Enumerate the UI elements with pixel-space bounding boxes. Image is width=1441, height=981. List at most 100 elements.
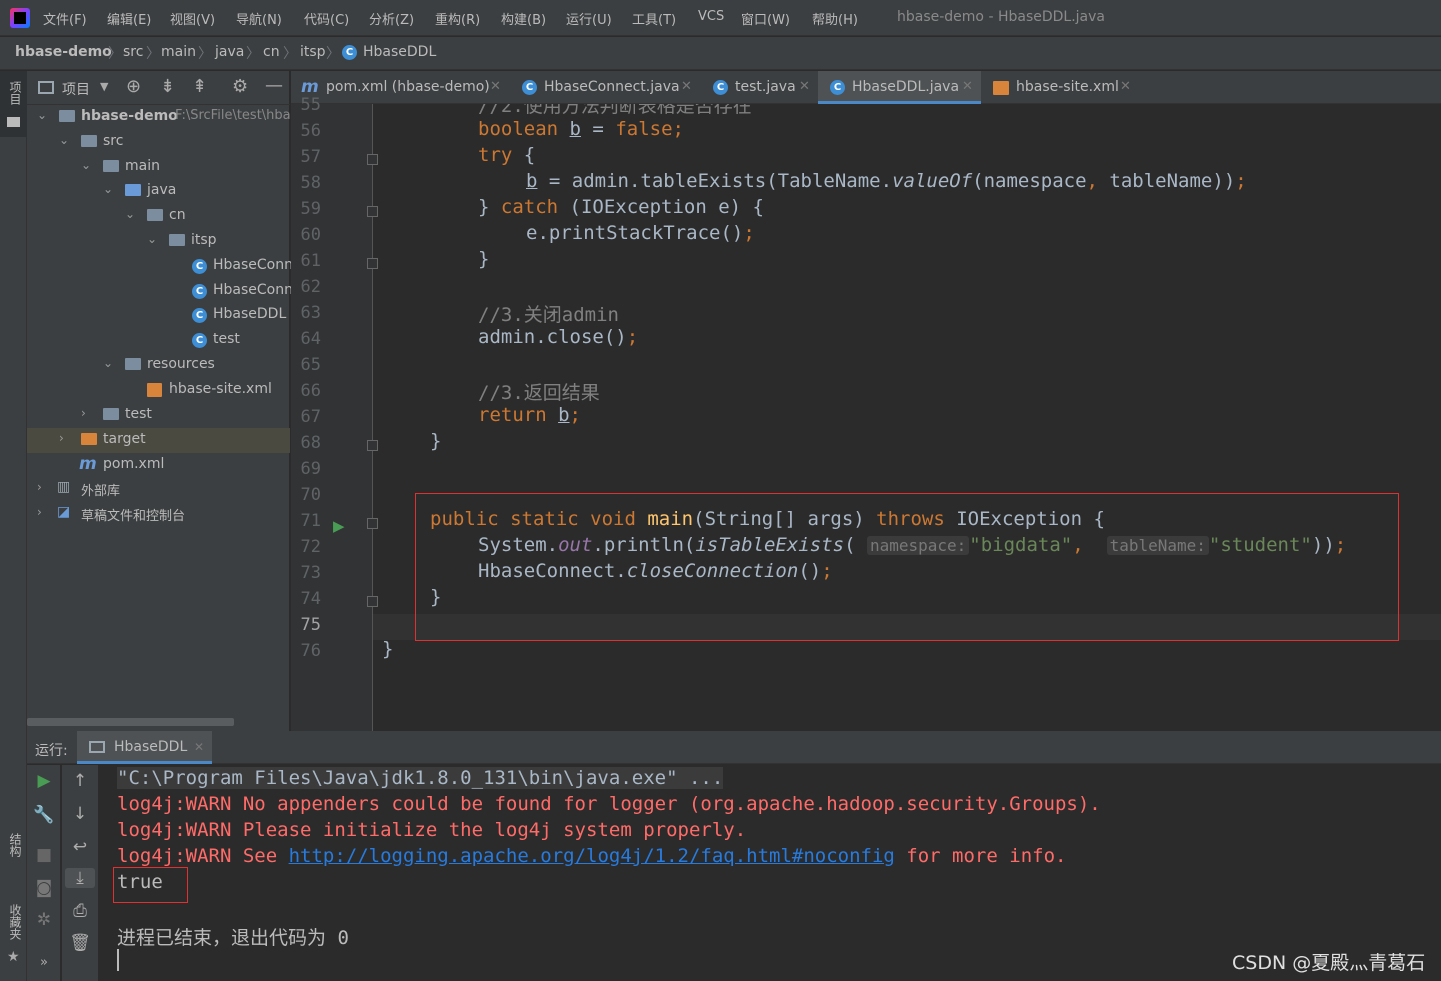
settings-icon[interactable]: ✲ [29,910,59,930]
arrow-up-icon[interactable]: ↑ [65,771,95,791]
wrench-icon[interactable]: 🔧 [29,805,59,825]
minimize-icon[interactable]: — [265,75,283,96]
camera-icon[interactable]: ◙ [29,878,59,898]
structure-tool-tab[interactable]: 结构 [7,833,24,857]
menu-code[interactable]: 代码(C) [304,9,349,28]
breadcrumb-java[interactable]: java [215,44,244,60]
menu-file[interactable]: 文件(F) [43,9,87,28]
breadcrumb: hbase-demo 〉 src 〉 main 〉 java 〉 cn 〉 it… [0,37,1441,70]
tree-node-libraries[interactable]: › ▥ 外部库 [27,477,290,502]
tree-node-itsp[interactable]: ⌄ itsp [27,229,290,254]
breadcrumb-main[interactable]: main [161,44,196,60]
menu-vcs[interactable]: VCS [698,9,724,24]
close-icon[interactable]: ✕ [194,740,204,754]
rerun-icon[interactable]: ▶ [29,771,59,791]
breadcrumb-hbaseddl[interactable]: HbaseDDL [363,44,436,60]
tree-node-cn[interactable]: ⌄ cn [27,204,290,229]
tree-node-java[interactable]: ⌄ java [27,179,290,204]
breadcrumb-src[interactable]: src [123,44,143,60]
close-icon[interactable]: ✕ [962,79,973,94]
tab-label: pom.xml (hbase-demo) [326,79,490,95]
chevron-right-icon: › [81,406,86,420]
tree-node-main[interactable]: ⌄ main [27,155,290,180]
project-tool-tab[interactable]: 项目 [0,71,27,137]
menu-window[interactable]: 窗口(W) [741,9,790,28]
tree-node-class[interactable]: C HbaseConnect [27,254,315,279]
tree-node-xml[interactable]: hbase-site.xml [27,378,290,403]
soft-wrap-icon[interactable]: ↩ [65,837,95,857]
tree-label: hbase-demo [81,108,178,124]
tab-pom-xml[interactable]: m pom.xml (hbase-demo) ✕ [291,71,506,104]
star-icon: ★ [7,949,20,965]
chevron-down-icon: ⌄ [59,133,70,147]
console-link[interactable]: http://logging.apache.org/log4j/1.2/faq.… [289,845,895,867]
menu-build[interactable]: 构建(B) [501,9,546,28]
expand-all-icon[interactable]: ⇟ [160,76,175,97]
line-number: 74 [300,589,321,609]
tree-node-class[interactable]: C HbaseDDL [27,303,290,328]
crosshair-icon[interactable]: ⊕ [126,76,141,97]
close-icon[interactable]: ✕ [681,79,692,94]
line-number: 75 [300,615,321,635]
tree-node-resources[interactable]: ⌄ resources [27,353,290,378]
tab-label: HbaseConnect.java [544,79,680,95]
stop-icon[interactable]: ■ [29,845,59,865]
menu-refactor[interactable]: 重构(R) [435,9,480,28]
arrow-down-icon[interactable]: ↓ [65,804,95,824]
chevron-down-icon[interactable]: ▼ [100,80,108,93]
menu-edit[interactable]: 编辑(E) [107,9,151,28]
tab-hbaseconnect[interactable]: C HbaseConnect.java ✕ [509,71,699,104]
breadcrumb-separator-icon: 〉 [246,46,260,62]
folder-icon [7,117,20,127]
tree-node-scratches[interactable]: › ◪ 草稿文件和控制台 [27,502,290,527]
favorites-tool-tab[interactable]: 收藏夹 [7,904,24,940]
tree-label: test [213,331,240,347]
tab-label: hbase-site.xml [1016,79,1119,95]
menu-run[interactable]: 运行(U) [566,9,612,28]
warning-text: for more info. [894,845,1067,867]
horizontal-scrollbar[interactable] [27,718,234,726]
more-icon[interactable]: » [29,955,59,970]
scroll-to-end-icon[interactable]: ⤓ [65,868,95,888]
menu-help[interactable]: 帮助(H) [812,9,858,28]
tree-label: 草稿文件和控制台 [81,509,186,524]
intellij-logo-icon [10,8,30,28]
menu-analyze[interactable]: 分析(Z) [369,9,414,28]
trash-icon[interactable]: 🗑 [65,933,95,953]
comment-text: //2.使用方法判断表格是否存在 [478,104,752,117]
run-gutter-icon[interactable]: ▶ [333,517,345,535]
tree-node-pom[interactable]: m pom.xml [27,453,290,478]
class-icon: C [342,45,357,60]
close-icon[interactable]: ✕ [490,79,501,94]
print-icon[interactable]: ⎙ [65,901,95,921]
code-comment: //2.使用方法判断表格是否存在 [478,104,752,118]
breadcrumb-cn[interactable]: cn [263,44,280,60]
close-icon[interactable]: ✕ [799,79,810,94]
breadcrumb-itsp[interactable]: itsp [300,44,326,60]
tree-node-test[interactable]: › test [27,403,290,428]
tree-node-target[interactable]: › target [27,428,290,453]
menu-tools[interactable]: 工具(T) [632,9,676,28]
left-tool-strip: 项目 结构 收藏夹 ★ [0,71,27,981]
tree-node-class[interactable]: C HbaseConnect [27,279,315,304]
chevron-down-icon: ⌄ [103,356,114,370]
project-toolbar: 项目 ▼ ⊕ ⇟ ⇞ ⚙ — [27,71,290,105]
line-number: 65 [300,355,321,375]
gear-icon[interactable]: ⚙ [232,76,248,97]
project-view-selector[interactable]: 项目 [62,79,90,99]
run-controls-left: ▶ 🔧 ■ ◙ ✲ » [27,765,60,981]
tab-test[interactable]: C test.java ✕ [701,71,816,104]
menu-view[interactable]: 视图(V) [170,9,215,28]
run-tab-hbaseddl[interactable]: HbaseDDL ✕ [77,731,212,764]
tab-hbaseddl[interactable]: C HbaseDDL.java ✕ [818,71,981,104]
menu-navigate[interactable]: 导航(N) [236,9,282,28]
tree-node-src[interactable]: ⌄ src [27,130,290,155]
tree-label: pom.xml [103,456,165,472]
tree-node-class[interactable]: C test [27,328,290,353]
close-icon[interactable]: ✕ [1120,79,1131,94]
collapse-all-icon[interactable]: ⇞ [192,76,207,97]
tab-hbase-site-xml[interactable]: hbase-site.xml ✕ [983,71,1133,104]
xml-file-icon [993,81,1009,95]
breadcrumb-project[interactable]: hbase-demo [15,44,112,60]
tree-node-root[interactable]: ⌄ hbase-demo F:\SrcFile\test\hbase-demo [27,105,347,130]
